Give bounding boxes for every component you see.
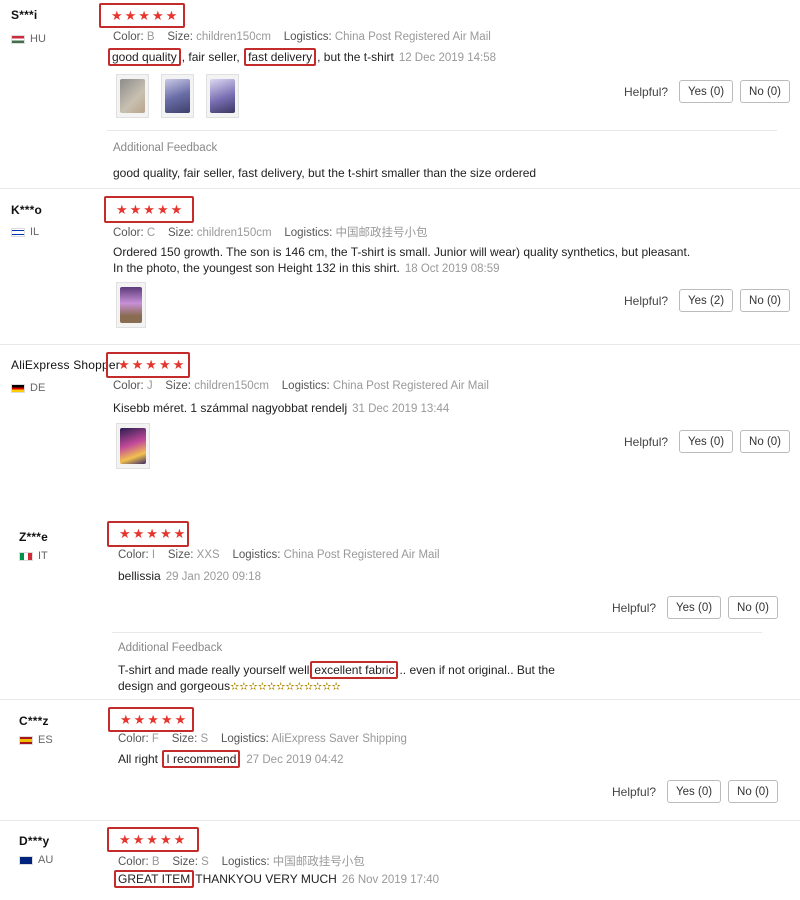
additional-feedback-text: T-shirt and made really yourself well exc… [118, 661, 555, 693]
flag-es-icon [19, 735, 33, 745]
additional-feedback-text: good quality, fair seller, fast delivery… [113, 166, 537, 180]
review-date: 12 Dec 2019 14:58 [398, 52, 497, 64]
helpful-no-button[interactable]: No (0) [728, 596, 778, 619]
highlight: GREAT ITEM [114, 870, 195, 888]
country-code: HU [30, 33, 46, 45]
reviewer-name: S***i [11, 8, 38, 22]
helpful-no-button[interactable]: No (0) [740, 430, 790, 453]
reviewer-name: Z***e [19, 530, 49, 544]
helpful-yes-button[interactable]: Yes (0) [679, 80, 734, 103]
flag-it-icon [19, 551, 33, 561]
highlight: fast delivery [244, 48, 317, 66]
reviewer-country: AU [19, 854, 53, 866]
helpful-no-button[interactable]: No (0) [740, 80, 790, 103]
review-date: 26 Nov 2019 17:40 [341, 874, 440, 886]
five-star-icon: ★★★★★ [116, 201, 185, 217]
review-date: 27 Dec 2019 04:42 [246, 754, 344, 766]
review-text: good quality, fair seller, fast delivery… [107, 48, 497, 66]
helpful-yes-button[interactable]: Yes (2) [679, 289, 734, 312]
review-meta: Color: B Size: children150cm Logistics: … [113, 31, 491, 43]
star-rating: ★★★★★ [107, 521, 189, 547]
review-meta: Color: C Size: children150cm Logistics: … [113, 227, 428, 239]
additional-feedback-label: Additional Feedback [118, 642, 223, 654]
helpful-vote: Helpful? Yes (2) No (0) [624, 289, 790, 312]
reviewer-name: C***z [19, 714, 49, 728]
flag-il-icon [11, 227, 25, 237]
star-rating: ★★★★★ [104, 196, 194, 223]
five-star-icon: ★★★★★ [120, 711, 189, 727]
star-rating: ★★★★★ [107, 827, 199, 852]
country-code: IL [30, 226, 40, 238]
review-text: GREAT ITEM THANKYOU VERY MUCH 26 Nov 2019 … [113, 870, 440, 888]
helpful-no-button[interactable]: No (0) [728, 780, 778, 803]
highlight: I recommend [162, 750, 241, 768]
five-star-icon: ★★★★★ [111, 7, 180, 23]
helpful-label: Helpful? [612, 600, 657, 615]
helpful-label: Helpful? [624, 293, 669, 308]
helpful-label: Helpful? [612, 784, 657, 799]
review-date: 31 Dec 2019 13:44 [352, 403, 450, 415]
country-code: AU [38, 854, 54, 866]
helpful-vote: Helpful? Yes (0) No (0) [624, 80, 790, 103]
helpful-label: Helpful? [624, 84, 669, 99]
helpful-yes-button[interactable]: Yes (0) [679, 430, 734, 453]
star-rating: ★★★★★ [99, 3, 185, 28]
review-date: 29 Jan 2020 09:18 [165, 571, 261, 583]
helpful-no-button[interactable]: No (0) [740, 289, 790, 312]
reviewer-country: IL [11, 226, 39, 238]
review-meta: Color: B Size: S Logistics: 中国邮政挂号小包 [118, 856, 365, 868]
reviewer-name: D***y [19, 834, 50, 848]
highlight: excellent fabric [310, 661, 399, 679]
reviewer-name: K***o [11, 203, 43, 217]
helpful-vote: Helpful? Yes (0) No (0) [624, 430, 790, 453]
review-photo[interactable] [116, 74, 149, 118]
five-star-icon: ★★★★★ [119, 526, 188, 541]
helpful-vote: Helpful? Yes (0) No (0) [612, 596, 778, 619]
country-code: DE [30, 382, 46, 394]
review-photo[interactable] [161, 74, 194, 118]
flag-au-icon [19, 855, 33, 865]
helpful-yes-button[interactable]: Yes (0) [667, 596, 722, 619]
star-rating: ★★★★★ [108, 707, 194, 732]
additional-feedback-label: Additional Feedback [113, 142, 218, 154]
review-date: 18 Oct 2019 08:59 [404, 263, 500, 275]
review-text: bellissia 29 Jan 2020 09:18 [118, 569, 261, 583]
review-text: Kisebb méret. 1 számmal nagyobbat rendel… [113, 401, 450, 415]
country-code: ES [38, 734, 53, 746]
helpful-label: Helpful? [624, 434, 669, 449]
reviewer-name: AliExpress Shopper [11, 358, 120, 372]
five-star-icon: ★★★★★ [119, 831, 188, 847]
review-text: All right I recommend 27 Dec 2019 04:42 [118, 750, 344, 768]
reviewer-country: HU [11, 33, 46, 45]
review-photo[interactable] [116, 423, 150, 469]
country-code: IT [38, 550, 48, 562]
decorative-stars-icon: ✫✫✫✫✫✫✫✫✫✫✫✫ [230, 681, 341, 693]
helpful-yes-button[interactable]: Yes (0) [667, 780, 722, 803]
flag-de-icon [11, 383, 25, 393]
five-star-icon: ★★★★★ [118, 357, 187, 372]
reviewer-country: ES [19, 734, 53, 746]
reviewer-country: DE [11, 382, 45, 394]
review-meta: Color: J Size: children150cm Logistics: … [113, 380, 489, 392]
reviewer-country: IT [19, 550, 48, 562]
review-meta: Color: I Size: XXS Logistics: China Post… [118, 549, 440, 561]
flag-hu-icon [11, 34, 25, 44]
review-text: Ordered 150 growth. The son is 146 cm, t… [113, 245, 691, 275]
review-photo[interactable] [116, 282, 146, 328]
review-meta: Color: F Size: S Logistics: AliExpress S… [118, 733, 407, 745]
star-rating: ★★★★★ [106, 352, 190, 378]
review-photo[interactable] [206, 74, 239, 118]
highlight: good quality [108, 48, 181, 66]
helpful-vote: Helpful? Yes (0) No (0) [612, 780, 778, 803]
